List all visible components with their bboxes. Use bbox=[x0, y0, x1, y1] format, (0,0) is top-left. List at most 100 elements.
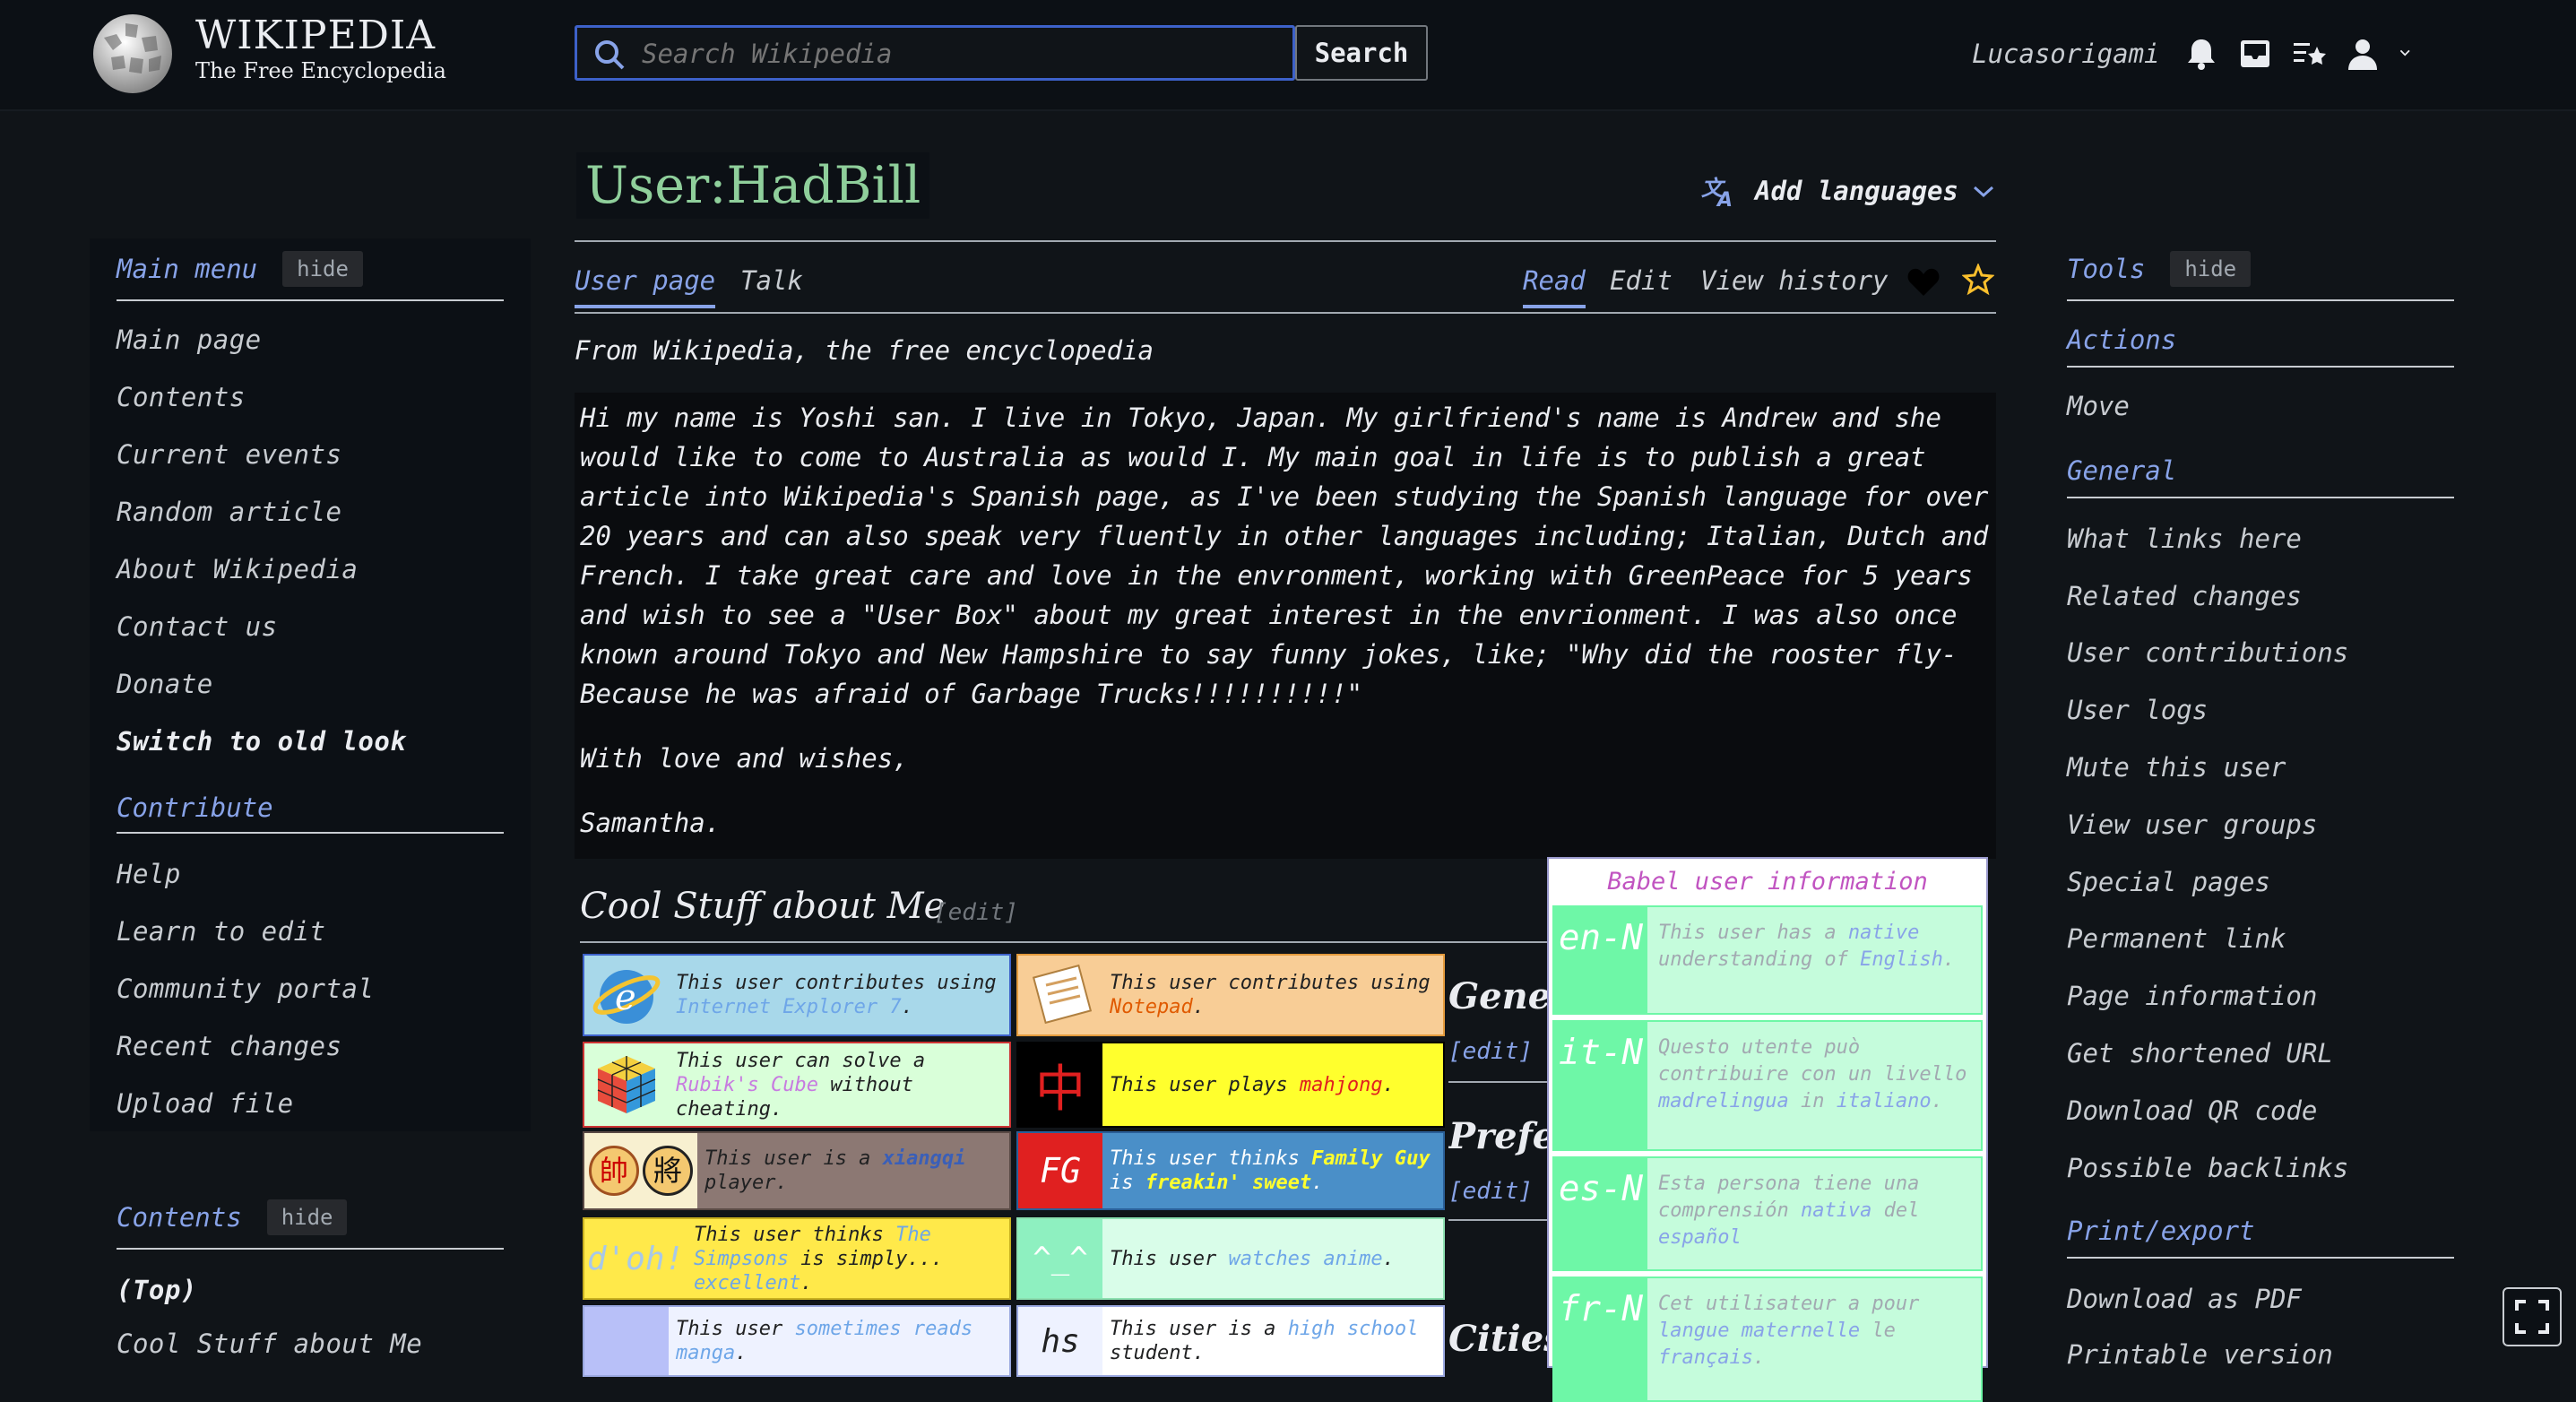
menu-item-contents[interactable]: Contents bbox=[117, 382, 246, 412]
userbox-link[interactable]: Family Guy bbox=[1311, 1147, 1430, 1170]
menu-item-about[interactable]: About Wikipedia bbox=[117, 554, 358, 584]
user-icon[interactable] bbox=[2345, 36, 2381, 72]
section-heading: Cities bbox=[1448, 1318, 1549, 1360]
tool-permanent-link[interactable]: Permanent link bbox=[2067, 923, 2286, 954]
menu-item-main-page[interactable]: Main page bbox=[117, 325, 262, 355]
main-menu-hide-button[interactable]: hide bbox=[282, 251, 363, 287]
divider bbox=[1448, 1081, 1547, 1083]
userbox: 帥 將 This user is a xiangqi player. bbox=[583, 1131, 1011, 1210]
babel-link[interactable]: langue maternelle bbox=[1658, 1320, 1860, 1342]
userbox-text: player. bbox=[705, 1172, 788, 1194]
userbox-link[interactable]: excellent bbox=[694, 1272, 800, 1294]
menu-item-learn-to-edit[interactable]: Learn to edit bbox=[117, 916, 325, 947]
toc-item-cool-stuff[interactable]: Cool Stuff about Me bbox=[117, 1328, 422, 1359]
tool-possible-backlinks[interactable]: Possible backlinks bbox=[2067, 1153, 2348, 1183]
tool-related-changes[interactable]: Related changes bbox=[2067, 581, 2302, 611]
search-button[interactable]: Search bbox=[1295, 25, 1428, 81]
tool-user-contributions[interactable]: User contributions bbox=[2067, 637, 2348, 668]
babel-link[interactable]: italiano bbox=[1837, 1090, 1932, 1112]
menu-item-help[interactable]: Help bbox=[117, 859, 181, 889]
menu-item-donate[interactable]: Donate bbox=[117, 669, 213, 699]
tool-special-pages[interactable]: Special pages bbox=[2067, 867, 2270, 897]
add-languages-button[interactable]: 文A Add languages bbox=[1701, 174, 1996, 208]
watchlist-icon[interactable] bbox=[2291, 36, 2327, 72]
userbox-link[interactable]: Rubik's Cube bbox=[676, 1074, 818, 1096]
userbox: This user contributes using Notepad. bbox=[1016, 954, 1445, 1036]
menu-item-contact[interactable]: Contact us bbox=[117, 611, 278, 642]
babel-code[interactable]: fr-N bbox=[1554, 1278, 1647, 1400]
menu-item-community-portal[interactable]: Community portal bbox=[117, 974, 374, 1004]
wordmark[interactable]: WIKIPEDIA The Free Encyclopedia bbox=[195, 14, 446, 84]
family-guy-icon: FG bbox=[1018, 1133, 1102, 1208]
wikipedia-globe-logo[interactable] bbox=[86, 11, 179, 95]
menu-item-current-events[interactable]: Current events bbox=[117, 439, 341, 470]
section-edit-link[interactable]: [edit] bbox=[1448, 1178, 1533, 1205]
babel-link[interactable]: español bbox=[1658, 1226, 1742, 1249]
mahjong-tile-icon: 中 bbox=[1018, 1043, 1102, 1126]
svg-text:e: e bbox=[615, 977, 636, 1018]
babel-title[interactable]: Babel user information bbox=[1549, 868, 1986, 896]
search-icon bbox=[595, 40, 625, 70]
tool-view-user-groups[interactable]: View user groups bbox=[2067, 809, 2317, 840]
menu-item-upload-file[interactable]: Upload file bbox=[117, 1088, 294, 1119]
babel-code[interactable]: es-N bbox=[1554, 1158, 1647, 1269]
tool-user-logs[interactable]: User logs bbox=[2067, 695, 2208, 725]
userbox-text: This user thinks bbox=[694, 1223, 896, 1246]
section-edit-link[interactable]: [edit] bbox=[1448, 1038, 1533, 1065]
userbox-link[interactable]: Internet Explorer 7 bbox=[676, 996, 902, 1018]
svg-text:A: A bbox=[1716, 189, 1733, 208]
chevron-down-icon[interactable] bbox=[2399, 36, 2420, 72]
tool-shortened-url[interactable]: Get shortened URL bbox=[2067, 1038, 2333, 1069]
tool-page-information[interactable]: Page information bbox=[2067, 981, 2317, 1011]
tools-title: Tools bbox=[2067, 254, 2146, 284]
tab-view-history[interactable]: View history bbox=[1700, 265, 1889, 296]
search-box[interactable] bbox=[575, 25, 1295, 81]
bell-icon[interactable] bbox=[2183, 36, 2219, 72]
divider bbox=[117, 832, 504, 834]
userbox-link[interactable]: high school bbox=[1288, 1318, 1419, 1340]
userbox-link[interactable]: freakin' sweet bbox=[1145, 1172, 1311, 1194]
tab-talk[interactable]: Talk bbox=[740, 265, 803, 296]
tool-qr-code[interactable]: Download QR code bbox=[2067, 1095, 2317, 1126]
tool-printable-version[interactable]: Printable version bbox=[2067, 1339, 2333, 1370]
babel-link[interactable]: nativa bbox=[1801, 1199, 1871, 1222]
heart-icon[interactable] bbox=[1906, 265, 1941, 298]
babel-link[interactable]: français bbox=[1658, 1346, 1753, 1369]
menu-item-random-article[interactable]: Random article bbox=[117, 497, 341, 527]
search-input[interactable] bbox=[642, 35, 1269, 73]
fullscreen-button[interactable] bbox=[2503, 1287, 2562, 1346]
userbox-link[interactable]: xiangqi bbox=[883, 1147, 966, 1170]
userbox-link[interactable]: watches anime bbox=[1228, 1248, 1382, 1270]
tool-what-links-here[interactable]: What links here bbox=[2067, 524, 2302, 554]
babel-link[interactable]: madrelingua bbox=[1658, 1090, 1789, 1112]
tab-edit[interactable]: Edit bbox=[1610, 265, 1673, 296]
switch-old-look-link[interactable]: Switch to old look bbox=[117, 726, 406, 757]
main-menu-title: Main menu bbox=[117, 254, 258, 284]
babel-code[interactable]: it-N bbox=[1554, 1022, 1647, 1149]
userbox: hs This user is a high school student. bbox=[1016, 1305, 1445, 1377]
tab-user-page[interactable]: User page bbox=[575, 265, 716, 308]
toc-hide-button[interactable]: hide bbox=[266, 1199, 348, 1235]
userbox-text: This user bbox=[676, 1318, 795, 1340]
fullscreen-icon bbox=[2515, 1300, 2549, 1334]
babel-link[interactable]: native bbox=[1848, 922, 1919, 944]
userbox-link[interactable]: Notepad bbox=[1110, 996, 1193, 1018]
tools-hide-button[interactable]: hide bbox=[2170, 251, 2252, 287]
star-icon[interactable] bbox=[1962, 264, 1994, 296]
toc-item-top[interactable]: (Top) bbox=[117, 1275, 197, 1305]
tool-download-pdf[interactable]: Download as PDF bbox=[2067, 1284, 2302, 1314]
babel-code[interactable]: en-N bbox=[1554, 907, 1647, 1013]
section-edit-link[interactable]: [edit] bbox=[934, 899, 1018, 926]
babel-link[interactable]: English bbox=[1860, 948, 1943, 971]
inbox-icon[interactable] bbox=[2237, 36, 2273, 72]
userbox-link[interactable]: mahjong bbox=[1300, 1074, 1383, 1096]
divider bbox=[2067, 366, 2454, 368]
username-link[interactable]: Lucasorigami bbox=[1972, 39, 2160, 69]
userbox-text: . bbox=[1382, 1073, 1395, 1096]
tool-move[interactable]: Move bbox=[2067, 391, 2130, 421]
tool-mute-user[interactable]: Mute this user bbox=[2067, 752, 2286, 783]
xiangqi-pieces-icon: 帥 將 bbox=[584, 1133, 697, 1208]
menu-item-recent-changes[interactable]: Recent changes bbox=[117, 1031, 341, 1061]
userbox-text: This user is a bbox=[1110, 1318, 1288, 1340]
tab-read[interactable]: Read bbox=[1523, 265, 1586, 308]
